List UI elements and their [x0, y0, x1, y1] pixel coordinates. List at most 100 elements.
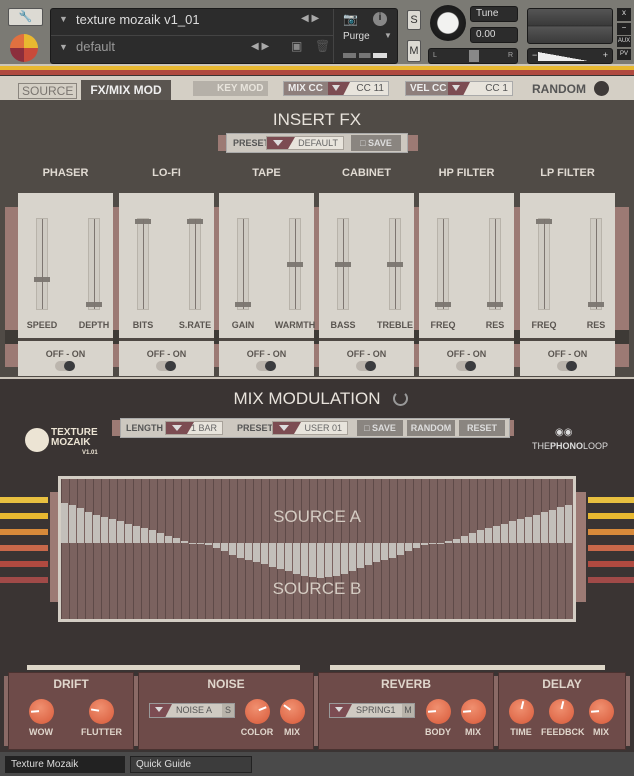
mod-step-bar[interactable] [477, 529, 484, 543]
mod-step-bar[interactable] [469, 533, 476, 543]
camera-icon[interactable]: 📷 [343, 12, 358, 26]
fx-slider[interactable] [135, 218, 151, 310]
mod-step-bar[interactable] [341, 543, 348, 575]
fx-enable-toggle[interactable] [156, 361, 176, 371]
insert-fx-save-button[interactable]: □ SAVE [351, 135, 401, 151]
dropdown-arrow-icon[interactable]: ▼ [59, 42, 68, 52]
mod-step-bar[interactable] [461, 536, 468, 543]
mod-step-bar[interactable] [205, 543, 212, 545]
mod-step-bar[interactable] [197, 543, 204, 544]
fx-slider[interactable] [335, 218, 351, 310]
mod-step-bar[interactable] [133, 525, 140, 543]
noise-knob[interactable] [280, 699, 305, 724]
reverb-knob[interactable] [426, 699, 451, 724]
tab-key-mod[interactable]: KEY MOD [193, 81, 268, 96]
mix-mod-random-button[interactable]: RANDOM [407, 420, 455, 436]
mod-step-bar[interactable] [221, 543, 228, 551]
mod-step-bar[interactable] [165, 535, 172, 543]
slider-thumb[interactable] [34, 277, 50, 282]
mod-step-bar[interactable] [453, 539, 460, 543]
mod-step-bar[interactable] [229, 543, 236, 555]
mod-step-bar[interactable] [357, 543, 364, 568]
mod-step-bar[interactable] [333, 543, 340, 576]
instrument-name[interactable]: texture mozaik v1_01 [76, 12, 200, 27]
fx-slider[interactable] [235, 218, 251, 310]
fx-slider[interactable] [287, 218, 303, 310]
mod-step-bar[interactable] [397, 543, 404, 555]
pan-slider[interactable]: L R [428, 48, 518, 64]
mod-step-bar[interactable] [405, 543, 412, 551]
pv-button[interactable]: PV [617, 49, 631, 60]
mod-step-bar[interactable] [437, 543, 444, 544]
mod-step-bar[interactable] [245, 543, 252, 561]
mod-step-bar[interactable] [285, 543, 292, 571]
mod-step-bar[interactable] [325, 543, 332, 578]
mod-step-bar[interactable] [181, 541, 188, 543]
mute-button[interactable]: M [407, 40, 421, 62]
vel-cc-selector[interactable]: VEL CC CC 1 [405, 81, 513, 96]
tab-quick-guide[interactable]: Quick Guide [130, 756, 252, 773]
mod-step-bar[interactable] [269, 543, 276, 567]
mod-step-bar[interactable] [277, 543, 284, 569]
fx-slider[interactable] [588, 218, 604, 310]
mod-step-bar[interactable] [253, 543, 260, 562]
mod-step-bar[interactable] [293, 543, 300, 575]
info-icon[interactable]: i [373, 12, 387, 26]
mod-step-bar[interactable] [317, 543, 324, 579]
tune-knob[interactable] [430, 5, 466, 41]
fx-slider[interactable] [536, 218, 552, 310]
mod-step-bar[interactable] [173, 538, 180, 543]
mod-step-bar[interactable] [493, 525, 500, 543]
mod-step-bar[interactable] [485, 527, 492, 543]
pan-handle[interactable] [469, 50, 479, 62]
tune-value[interactable]: 0.00 [470, 27, 518, 43]
reverb-mode-button[interactable]: M [402, 704, 414, 717]
mix-modulation-step-grid[interactable]: SOURCE A SOURCE B [58, 476, 576, 622]
mod-step-bar[interactable] [381, 543, 388, 561]
mod-step-bar[interactable] [421, 543, 428, 546]
slider-thumb[interactable] [588, 302, 604, 307]
fx-enable-toggle[interactable] [356, 361, 376, 371]
dropdown-arrow-icon[interactable]: ▼ [59, 14, 68, 24]
drift-knob[interactable] [89, 699, 114, 724]
drift-knob[interactable] [29, 699, 54, 724]
fx-slider[interactable] [34, 218, 50, 310]
slider-thumb[interactable] [287, 262, 303, 267]
fx-slider[interactable] [387, 218, 403, 310]
fx-enable-toggle[interactable] [456, 361, 476, 371]
minimize-button[interactable]: − [617, 23, 631, 35]
mod-step-bar[interactable] [349, 543, 356, 571]
mod-step-bar[interactable] [413, 543, 420, 548]
mod-step-bar[interactable] [301, 543, 308, 576]
slider-thumb[interactable] [387, 262, 403, 267]
fx-enable-toggle[interactable] [256, 361, 276, 371]
mix-mod-reset-button[interactable]: RESET [459, 420, 505, 436]
fx-slider[interactable] [187, 218, 203, 310]
mod-step-bar[interactable] [445, 541, 452, 543]
mod-step-bar[interactable] [365, 543, 372, 565]
mod-step-bar[interactable] [189, 543, 196, 544]
random-dice-icon[interactable] [594, 81, 609, 96]
slider-thumb[interactable] [487, 302, 503, 307]
mod-step-bar[interactable] [141, 527, 148, 543]
length-dropdown[interactable]: 1 BAR [165, 421, 223, 435]
mod-step-bar[interactable] [149, 529, 156, 543]
delay-knob[interactable] [589, 699, 614, 724]
mix-cc-selector[interactable]: MIX CC CC 11 [283, 81, 389, 96]
slider-thumb[interactable] [86, 302, 102, 307]
reverb-type-dropdown[interactable]: SPRING1 M [329, 703, 415, 718]
tab-texture-mozaik[interactable]: Texture Mozaik [5, 756, 125, 773]
reverb-knob[interactable] [461, 699, 486, 724]
mod-step-bar[interactable] [213, 543, 220, 548]
mod-step-bar[interactable] [373, 543, 380, 562]
mod-step-bar[interactable] [389, 543, 396, 558]
save-icon[interactable]: ▣ [291, 39, 302, 53]
instrument-prev-next-icon[interactable]: ◀ ▶ [301, 13, 319, 24]
slider-thumb[interactable] [335, 262, 351, 267]
purge-button[interactable]: Purge [343, 31, 370, 42]
mod-step-bar[interactable] [237, 543, 244, 558]
delay-knob[interactable] [549, 699, 574, 724]
mix-mod-save-button[interactable]: □ SAVE [357, 420, 403, 436]
slider-thumb[interactable] [536, 219, 552, 224]
aux-button[interactable]: AUX [617, 36, 631, 47]
